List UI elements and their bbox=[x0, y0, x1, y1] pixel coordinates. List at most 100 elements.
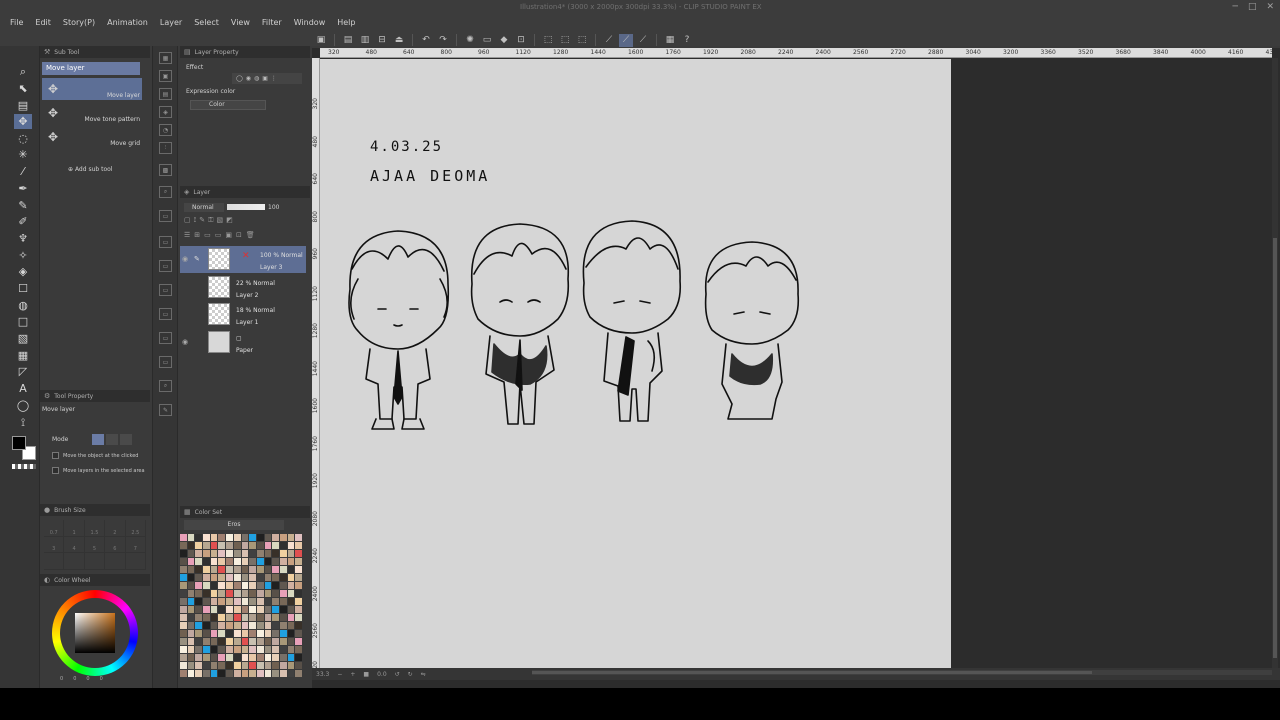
color-swatch[interactable] bbox=[226, 558, 233, 565]
color-swatch[interactable] bbox=[249, 566, 256, 573]
minimize-icon[interactable]: ─ bbox=[1233, 2, 1238, 12]
mode-option-selection[interactable] bbox=[106, 434, 118, 445]
color-swatch[interactable] bbox=[256, 622, 264, 629]
color-swatch[interactable] bbox=[272, 662, 279, 669]
clip-icon[interactable]: ▢ bbox=[184, 216, 191, 228]
color-swatch[interactable] bbox=[264, 654, 272, 661]
material-folder-icon[interactable]: ▭ bbox=[159, 308, 172, 320]
blend-mode-select[interactable]: Normal bbox=[184, 202, 224, 212]
opacity-slider[interactable] bbox=[227, 204, 265, 210]
color-swatch[interactable] bbox=[279, 558, 287, 565]
brush-size-option[interactable]: 2.5 bbox=[125, 520, 146, 537]
color-swatch[interactable] bbox=[279, 606, 287, 613]
color-swatch[interactable] bbox=[226, 654, 233, 661]
color-swatch[interactable] bbox=[180, 654, 187, 661]
color-swatch[interactable] bbox=[256, 582, 264, 589]
color-swatch[interactable] bbox=[272, 614, 279, 621]
color-swatch[interactable] bbox=[218, 630, 226, 637]
rotate-right-icon[interactable]: ↻ bbox=[408, 671, 413, 678]
color-swatch[interactable] bbox=[180, 614, 187, 621]
color-swatch[interactable] bbox=[195, 670, 203, 677]
color-swatch[interactable] bbox=[233, 638, 241, 645]
color-swatch[interactable] bbox=[187, 614, 195, 621]
color-swatch[interactable] bbox=[210, 606, 218, 613]
tool-property-tab[interactable]: Tool Property bbox=[54, 393, 93, 400]
color-swatch[interactable] bbox=[249, 598, 256, 605]
color-swatch[interactable] bbox=[241, 582, 249, 589]
color-swatch[interactable] bbox=[218, 542, 226, 549]
transparent-color-swatch[interactable] bbox=[12, 464, 36, 469]
material-folder-icon[interactable]: ▭ bbox=[159, 236, 172, 248]
mode-option-layer[interactable] bbox=[92, 434, 104, 445]
color-swatch[interactable] bbox=[187, 638, 195, 645]
layer-row[interactable]: 22 % Normal Layer 2 bbox=[180, 274, 306, 301]
undo-icon[interactable]: ↶ bbox=[419, 34, 433, 47]
help-icon[interactable]: ? bbox=[680, 34, 694, 47]
color-swatch[interactable] bbox=[203, 670, 210, 677]
blend-icon[interactable]: ☐ bbox=[14, 281, 32, 296]
color-swatch[interactable] bbox=[226, 534, 233, 541]
color-swatch[interactable] bbox=[210, 630, 218, 637]
effect-layer-color-icon[interactable]: ▣ bbox=[262, 75, 268, 82]
color-swatch[interactable] bbox=[241, 654, 249, 661]
color-swatch[interactable] bbox=[233, 542, 241, 549]
brush-size-option[interactable]: 6 bbox=[105, 536, 126, 554]
brush-size-tab[interactable]: Brush Size bbox=[54, 507, 86, 514]
save-icon[interactable]: ▥ bbox=[358, 34, 372, 47]
color-swatch[interactable] bbox=[241, 614, 249, 621]
option-move-selected-area[interactable]: Move layers in the selected area bbox=[52, 467, 145, 474]
brush-size-option[interactable]: 5 bbox=[84, 536, 106, 554]
color-swatch[interactable] bbox=[203, 534, 210, 541]
brush-size-option[interactable]: 1 bbox=[64, 520, 85, 537]
color-wheel-tab[interactable]: Color Wheel bbox=[54, 577, 90, 584]
color-swatch[interactable] bbox=[241, 598, 249, 605]
color-swatch[interactable] bbox=[256, 534, 264, 541]
color-swatch[interactable] bbox=[210, 542, 218, 549]
color-swatch[interactable] bbox=[241, 646, 249, 653]
color-swatch[interactable] bbox=[295, 654, 302, 661]
edit-material-icon[interactable]: ✎ bbox=[159, 404, 172, 416]
brush-size-option[interactable]: 2 bbox=[105, 520, 126, 537]
main-color-swatch[interactable] bbox=[12, 436, 26, 450]
color-swatch[interactable] bbox=[233, 558, 241, 565]
color-swatch[interactable] bbox=[249, 542, 256, 549]
color-swatch[interactable] bbox=[195, 566, 203, 573]
brush-size-option[interactable] bbox=[105, 553, 126, 570]
color-swatch[interactable] bbox=[272, 622, 279, 629]
color-swatch[interactable] bbox=[187, 542, 195, 549]
color-swatch[interactable] bbox=[256, 574, 264, 581]
color-swatch[interactable] bbox=[187, 550, 195, 557]
color-swatch[interactable] bbox=[295, 598, 302, 605]
transform-icon[interactable]: ⊡ bbox=[514, 34, 528, 47]
color-swatch[interactable] bbox=[180, 574, 187, 581]
color-swatch[interactable] bbox=[180, 630, 187, 637]
color-swatch[interactable] bbox=[226, 550, 233, 557]
sub-view-icon[interactable]: ▣ bbox=[159, 70, 172, 82]
color-swatch[interactable] bbox=[218, 558, 226, 565]
pen-icon[interactable]: ✒ bbox=[14, 181, 32, 196]
color-swatch[interactable] bbox=[203, 622, 210, 629]
option-move-clicked[interactable]: Move the object at the clicked bbox=[52, 452, 138, 459]
color-swatch[interactable] bbox=[264, 662, 272, 669]
color-swatch[interactable] bbox=[287, 630, 295, 637]
color-swatch[interactable] bbox=[272, 654, 279, 661]
zoom-icon[interactable]: ⌕ bbox=[14, 64, 32, 79]
color-swatch[interactable] bbox=[195, 662, 203, 669]
color-swatch[interactable] bbox=[195, 542, 203, 549]
color-swatch[interactable] bbox=[241, 542, 249, 549]
color-swatch[interactable] bbox=[287, 582, 295, 589]
brush-icon[interactable]: ✐ bbox=[14, 214, 32, 229]
snap-grid-icon[interactable]: ⟋ bbox=[636, 34, 650, 47]
color-swatch[interactable] bbox=[272, 550, 279, 557]
layer-row[interactable]: ◉ ▢ Paper bbox=[180, 329, 306, 356]
brush-size-option[interactable]: 1.5 bbox=[84, 520, 106, 537]
mode-option-other[interactable] bbox=[120, 434, 132, 445]
color-swatch[interactable] bbox=[279, 550, 287, 557]
color-swatch[interactable] bbox=[195, 654, 203, 661]
color-swatch[interactable] bbox=[264, 550, 272, 557]
navigator-icon[interactable]: ▦ bbox=[159, 52, 172, 64]
brush-size-option[interactable] bbox=[84, 553, 106, 570]
fill-bucket-icon[interactable]: ◍ bbox=[14, 298, 32, 313]
material-folder-icon[interactable]: ▭ bbox=[159, 284, 172, 296]
color-swatch[interactable] bbox=[233, 550, 241, 557]
